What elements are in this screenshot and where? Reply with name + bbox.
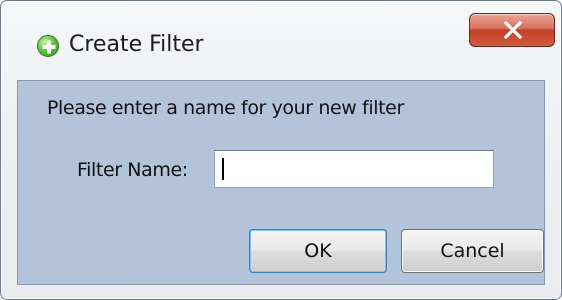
ok-button[interactable]: OK bbox=[249, 229, 387, 273]
close-button[interactable] bbox=[469, 13, 555, 47]
add-icon bbox=[37, 35, 59, 57]
prompt-text: Please enter a name for your new filter bbox=[47, 97, 404, 119]
cancel-button[interactable]: Cancel bbox=[401, 229, 544, 273]
window-title: Create Filter bbox=[69, 32, 204, 57]
text-caret bbox=[222, 158, 224, 180]
filter-name-label: Filter Name: bbox=[77, 159, 188, 181]
title-bar[interactable]: Create Filter bbox=[1, 1, 561, 79]
close-icon bbox=[503, 21, 523, 39]
filter-name-input[interactable] bbox=[214, 150, 494, 188]
